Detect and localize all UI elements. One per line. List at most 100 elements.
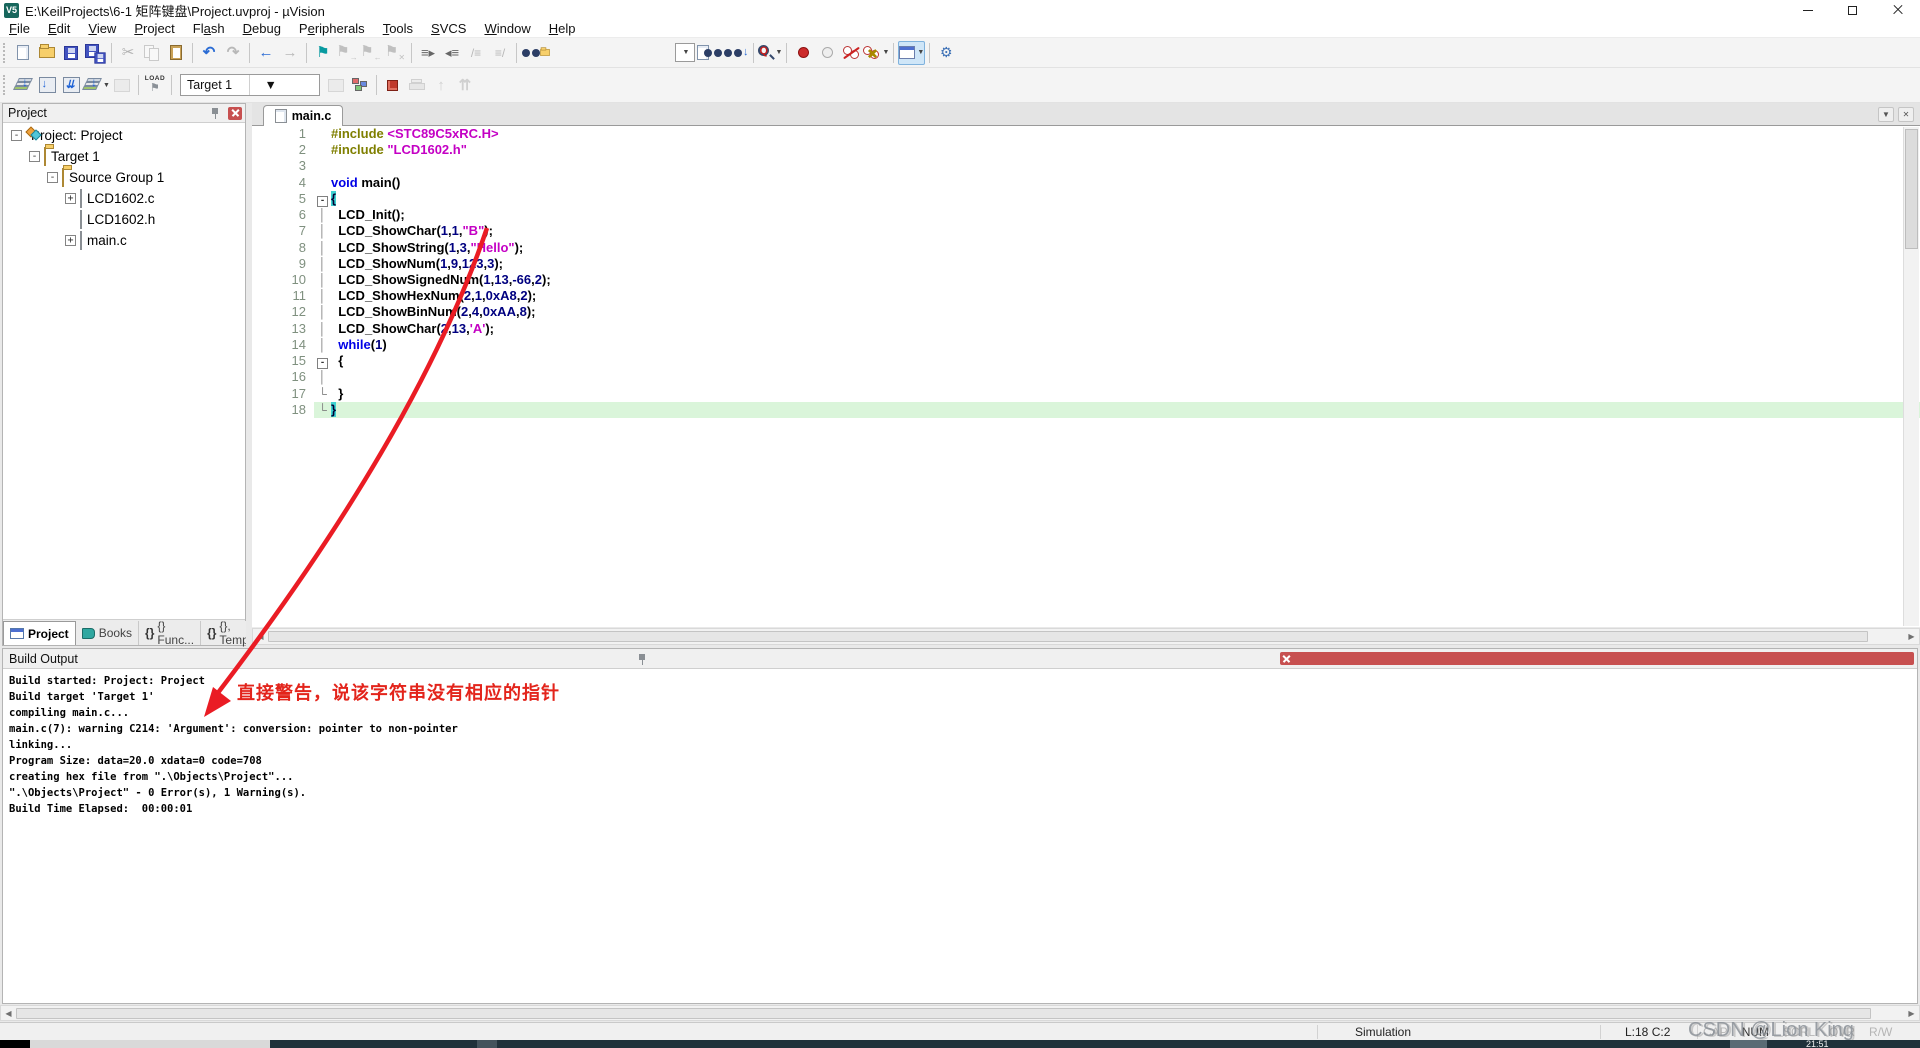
expand-icon[interactable]: +: [65, 235, 76, 246]
menu-tools[interactable]: Tools: [374, 20, 422, 37]
prev-bookmark-button[interactable]: ⚑←: [359, 41, 383, 65]
menu-edit[interactable]: Edit: [39, 20, 79, 37]
redo-button[interactable]: ↷: [221, 41, 245, 65]
fold-collapse-icon[interactable]: -: [314, 191, 331, 207]
find-in-files-doc-button[interactable]: [697, 41, 723, 65]
file-extensions-button[interactable]: [324, 73, 348, 97]
clear-bookmarks-button[interactable]: ⚑✕: [383, 41, 407, 65]
tree-item-lcd1602-h[interactable]: LCD1602.h: [3, 209, 245, 230]
chevron-down-icon[interactable]: ▼: [249, 75, 319, 95]
code-editor[interactable]: 1 #include <STC89C5xRC.H> 2 #include "LCD16…: [252, 126, 1920, 627]
fold-collapse-icon[interactable]: -: [314, 353, 331, 370]
breakpoint-enable-button[interactable]: [815, 41, 839, 65]
indent-button[interactable]: ≡▸: [416, 41, 440, 65]
build-output-scrollbar[interactable]: ◀ ▶: [0, 1005, 1920, 1021]
navigate-forward-button[interactable]: →: [278, 41, 302, 65]
open-file-button[interactable]: [35, 41, 59, 65]
navigate-back-button[interactable]: ←: [254, 41, 278, 65]
menu-flash[interactable]: Flash: [184, 20, 234, 37]
download-load-button[interactable]: LOAD ⚑: [143, 73, 167, 97]
tab-list-dropdown-icon[interactable]: ▼: [1878, 107, 1894, 122]
build-output-line: ".\Objects\Project" - 0 Error(s), 1 Warn…: [9, 787, 307, 799]
minimize-button[interactable]: [1785, 0, 1830, 20]
tree-item-source-group-1[interactable]: - Source Group 1: [3, 167, 245, 188]
tab-close-icon[interactable]: ✕: [1898, 107, 1914, 122]
undo-button[interactable]: ↶: [197, 41, 221, 65]
fold-guide: └: [318, 402, 327, 417]
collapse-icon[interactable]: -: [47, 172, 58, 183]
close-button[interactable]: [1875, 0, 1920, 20]
paste-button[interactable]: [164, 41, 188, 65]
debug-session-button[interactable]: Q ▼: [757, 41, 782, 65]
manage-project-items-button[interactable]: [348, 73, 372, 97]
window-layout-button[interactable]: ▼: [898, 40, 926, 65]
comment-button[interactable]: /≡: [464, 41, 488, 65]
stop-build-button[interactable]: [110, 73, 134, 97]
tree-item-target-1[interactable]: - Target 1: [3, 146, 245, 167]
find-in-files-button[interactable]: [521, 41, 553, 65]
uncomment-button[interactable]: ≡/: [488, 41, 512, 65]
rebuild-all-button[interactable]: ⇊: [59, 73, 83, 97]
target-select[interactable]: Target 1 ▼: [179, 74, 320, 96]
collapse-icon[interactable]: -: [29, 151, 40, 162]
panel-tab-project[interactable]: Project: [3, 621, 76, 645]
expand-icon[interactable]: +: [65, 193, 76, 204]
line-number: 8: [252, 239, 314, 256]
panel-tab-books[interactable]: Books: [75, 621, 140, 645]
build-output-header: Build Output: [3, 649, 1917, 669]
menu-svcs[interactable]: SVCS: [422, 20, 475, 37]
breakpoint-toggle-button[interactable]: [791, 41, 815, 65]
configure-wrench-button[interactable]: ⚙: [934, 41, 958, 65]
editor-vertical-scrollbar[interactable]: [1903, 127, 1919, 626]
build-output-line: linking...: [9, 739, 73, 751]
cut-button[interactable]: ✂: [116, 41, 140, 65]
editor-horizontal-scrollbar[interactable]: ◀ ▶: [252, 628, 1920, 645]
pin-icon[interactable]: [637, 653, 1271, 665]
arrow-up-button[interactable]: ↑: [429, 73, 453, 97]
unindent-button[interactable]: ◂≡: [440, 41, 464, 65]
line-number: 16: [252, 369, 314, 386]
scrollbar-thumb[interactable]: [16, 1007, 1871, 1019]
next-bookmark-button[interactable]: ⚑→: [335, 41, 359, 65]
scroll-left-icon[interactable]: ◀: [253, 629, 268, 644]
project-close-icon[interactable]: [228, 106, 242, 120]
menu-help[interactable]: Help: [540, 20, 585, 37]
insert-bookmark-button[interactable]: ⚑: [311, 41, 335, 65]
collapse-icon[interactable]: -: [11, 130, 22, 141]
incremental-find-button[interactable]: ↓: [723, 41, 749, 65]
breakpoints-disable-all-button[interactable]: [839, 41, 863, 65]
double-arrow-up-button[interactable]: ⇈: [453, 73, 477, 97]
batch-build-button[interactable]: ↓ ▼: [82, 73, 110, 97]
translate-file-button[interactable]: ↓: [11, 73, 35, 97]
panel-tab--func-[interactable]: {}{} Func...: [139, 619, 202, 647]
search-combo-button[interactable]: ▼: [673, 41, 697, 65]
tree-item-lcd1602-c[interactable]: + LCD1602.c: [3, 188, 245, 209]
copy-button[interactable]: [140, 41, 164, 65]
scroll-right-icon[interactable]: ▶: [1904, 1006, 1919, 1020]
scroll-left-icon[interactable]: ◀: [1, 1006, 16, 1020]
menu-peripherals[interactable]: Peripherals: [290, 20, 374, 37]
menu-project[interactable]: Project: [125, 20, 183, 37]
scrollbar-thumb[interactable]: [268, 631, 1868, 642]
menu-debug[interactable]: Debug: [234, 20, 290, 37]
build-output-close-icon[interactable]: [1279, 652, 1914, 665]
scroll-right-icon[interactable]: ▶: [1904, 629, 1919, 644]
panel-tab-label: {} Func...: [157, 619, 195, 647]
new-file-button[interactable]: [11, 41, 35, 65]
save-button[interactable]: [59, 41, 83, 65]
save-all-button[interactable]: [83, 41, 107, 65]
red-cube-button[interactable]: [381, 73, 405, 97]
pin-icon[interactable]: [210, 107, 220, 119]
menu-file[interactable]: File: [0, 20, 39, 37]
code-line-11: 11 │ LCD_ShowHexNum(2,1,0xA8,2);: [252, 288, 1920, 305]
tree-item-project-project[interactable]: - Project: Project: [3, 125, 245, 146]
tab-main-c[interactable]: main.c: [263, 105, 343, 126]
menu-window[interactable]: Window: [475, 20, 539, 37]
build-button[interactable]: ↓: [35, 73, 59, 97]
menu-view[interactable]: View: [79, 20, 125, 37]
maximize-button[interactable]: [1830, 0, 1875, 20]
breakpoints-kill-all-button[interactable]: ✕ ▼: [863, 41, 889, 65]
printer-button[interactable]: [405, 73, 429, 97]
build-output-line: creating hex file from ".\Objects\Projec…: [9, 771, 294, 783]
tree-item-main-c[interactable]: + main.c: [3, 230, 245, 251]
